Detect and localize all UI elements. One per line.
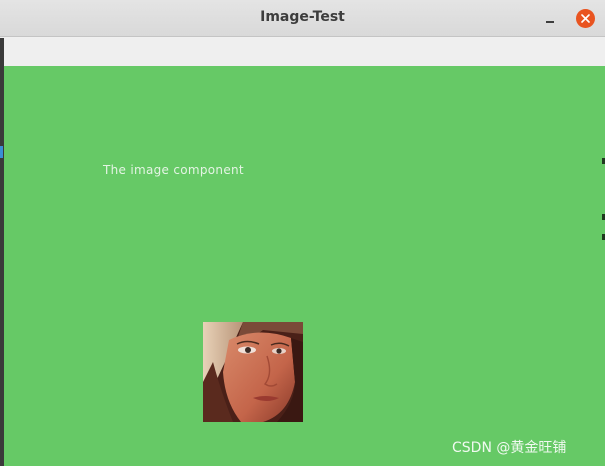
close-icon bbox=[581, 14, 590, 23]
close-button[interactable] bbox=[576, 9, 595, 28]
window-title: Image-Test bbox=[260, 9, 345, 25]
minimize-icon bbox=[546, 21, 554, 23]
image-component-label: The image component bbox=[103, 163, 244, 177]
title-bar[interactable]: Image-Test bbox=[0, 0, 605, 37]
portrait-image bbox=[203, 322, 303, 422]
app-window: Image-Test The image component CSDN @黄金旺… bbox=[0, 0, 605, 466]
csdn-watermark: CSDN @黄金旺铺 bbox=[452, 440, 567, 456]
menu-bar bbox=[4, 38, 605, 66]
image-canvas: The image component CSDN @黄金旺铺 bbox=[4, 66, 605, 466]
minimize-button[interactable] bbox=[540, 11, 560, 27]
background-highlight bbox=[0, 146, 3, 158]
portrait-image-art bbox=[203, 322, 303, 422]
